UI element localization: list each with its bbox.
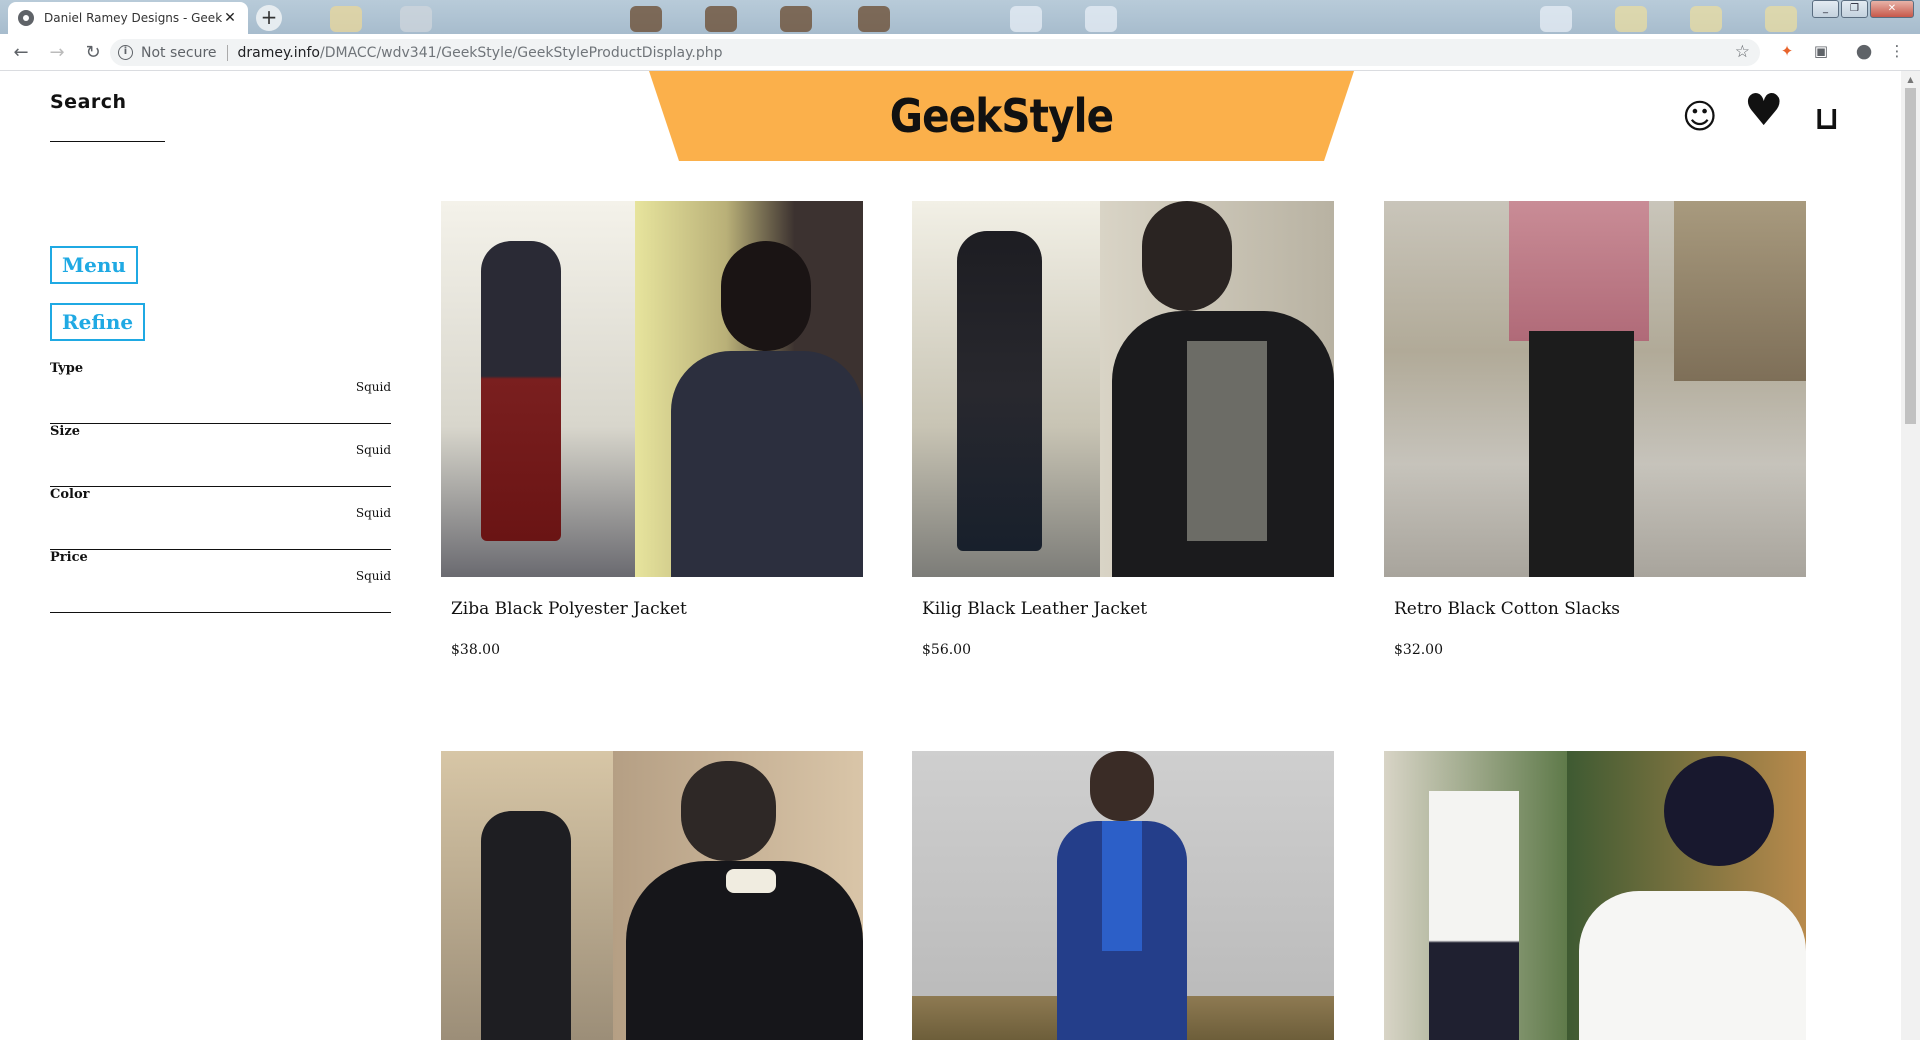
product-name[interactable]: Kilig Black Leather Jacket	[922, 599, 1147, 619]
filter-type[interactable]: Type Squid	[50, 361, 391, 424]
brand-logo[interactable]: GeekStyle	[691, 71, 1311, 161]
brand-banner: GeekStyle	[649, 71, 1354, 161]
search-underline	[50, 141, 165, 142]
browser-tab[interactable]: Daniel Ramey Designs - GeekSty ✕	[8, 2, 248, 34]
desktop-icon	[1540, 6, 1572, 32]
desktop-icon	[1010, 6, 1042, 32]
security-label: Not secure	[141, 44, 217, 61]
tab-strip: Daniel Ramey Designs - GeekSty ✕ + _ ❐ ✕	[0, 0, 1920, 34]
desktop-icon	[1765, 6, 1797, 32]
filter-size[interactable]: Size Squid	[50, 424, 391, 487]
desktop-icon	[1085, 6, 1117, 32]
web-page: Search GeekStyle ☺ ♥ ⊔ Menu Refine Type …	[0, 71, 1901, 1040]
filter-value: Squid	[355, 569, 391, 583]
product-card[interactable]	[441, 751, 863, 1040]
product-photo[interactable]	[441, 751, 863, 1040]
forward-icon[interactable]: →	[42, 37, 72, 67]
close-window-button[interactable]: ✕	[1870, 0, 1914, 18]
menu-button[interactable]: Menu	[50, 246, 138, 284]
product-price: $56.00	[922, 642, 971, 658]
filter-value: Squid	[355, 506, 391, 520]
page-scrollbar[interactable]: ▲	[1901, 71, 1920, 1040]
new-tab-button[interactable]: +	[256, 5, 282, 31]
desktop-icon	[400, 6, 432, 32]
window-controls: _ ❐ ✕	[1812, 0, 1914, 18]
search-label[interactable]: Search	[50, 91, 127, 113]
desktop-icon	[1615, 6, 1647, 32]
product-photo[interactable]	[912, 201, 1334, 577]
product-card[interactable]: Kilig Black Leather Jacket $56.00	[912, 201, 1334, 658]
scrollbar-thumb[interactable]	[1905, 88, 1916, 424]
minimize-button[interactable]: _	[1812, 0, 1839, 18]
product-price: $32.00	[1394, 642, 1443, 658]
desktop-icon	[1690, 6, 1722, 32]
restore-button[interactable]: ❐	[1841, 0, 1868, 18]
cast-icon[interactable]: ▣	[1812, 42, 1830, 60]
extension-icon[interactable]: ✦	[1778, 42, 1796, 60]
url-host: dramey.info	[237, 44, 320, 61]
tab-title: Daniel Ramey Designs - GeekSty	[44, 11, 222, 25]
bookmark-star-icon[interactable]: ☆	[1735, 42, 1750, 62]
cart-icon[interactable]: ⊔	[1814, 99, 1839, 137]
desktop-icon	[630, 6, 662, 32]
filter-label: Size	[50, 424, 80, 439]
browser-toolbar: ← → ↻ i Not secure dramey.info /DMACC/wd…	[0, 34, 1920, 71]
globe-icon	[18, 10, 34, 26]
product-price: $38.00	[451, 642, 500, 658]
filter-label: Type	[50, 361, 84, 376]
product-name[interactable]: Ziba Black Polyester Jacket	[451, 599, 687, 619]
desktop-icon	[858, 6, 890, 32]
filter-value: Squid	[355, 380, 391, 394]
menu-kebab-icon[interactable]: ⋮	[1888, 42, 1906, 60]
wishlist-heart-icon[interactable]: ♥	[1744, 85, 1783, 136]
desktop-icon	[330, 6, 362, 32]
product-photo[interactable]	[912, 751, 1334, 1040]
divider	[226, 44, 228, 61]
product-card[interactable]: Ziba Black Polyester Jacket $38.00	[441, 201, 863, 658]
scroll-up-arrow-icon[interactable]: ▲	[1901, 71, 1920, 88]
address-bar[interactable]: i Not secure dramey.info /DMACC/wdv341/G…	[110, 39, 1760, 66]
filter-price[interactable]: Price Squid	[50, 550, 391, 613]
product-card[interactable]	[1384, 751, 1806, 1040]
profile-icon[interactable]: ●	[1855, 42, 1873, 61]
product-photo[interactable]	[441, 201, 863, 577]
product-photo[interactable]	[1384, 201, 1806, 577]
account-icon[interactable]: ☺	[1682, 97, 1717, 137]
desktop-icon	[705, 6, 737, 32]
reload-icon[interactable]: ↻	[78, 37, 108, 67]
filter-label: Color	[50, 487, 90, 502]
product-card[interactable]	[912, 751, 1334, 1040]
refine-button[interactable]: Refine	[50, 303, 146, 341]
close-tab-icon[interactable]: ✕	[222, 10, 238, 26]
product-name[interactable]: Retro Black Cotton Slacks	[1394, 599, 1620, 619]
product-photo[interactable]	[1384, 751, 1806, 1040]
filter-value: Squid	[355, 443, 391, 457]
product-card[interactable]: Retro Black Cotton Slacks $32.00	[1384, 201, 1806, 658]
desktop-icon	[780, 6, 812, 32]
filter-color[interactable]: Color Squid	[50, 487, 391, 550]
filter-label: Price	[50, 550, 88, 565]
back-icon[interactable]: ←	[6, 37, 36, 67]
info-icon[interactable]: i	[118, 45, 133, 60]
url-path: /DMACC/wdv341/GeekStyle/GeekStyleProduct…	[320, 44, 723, 61]
